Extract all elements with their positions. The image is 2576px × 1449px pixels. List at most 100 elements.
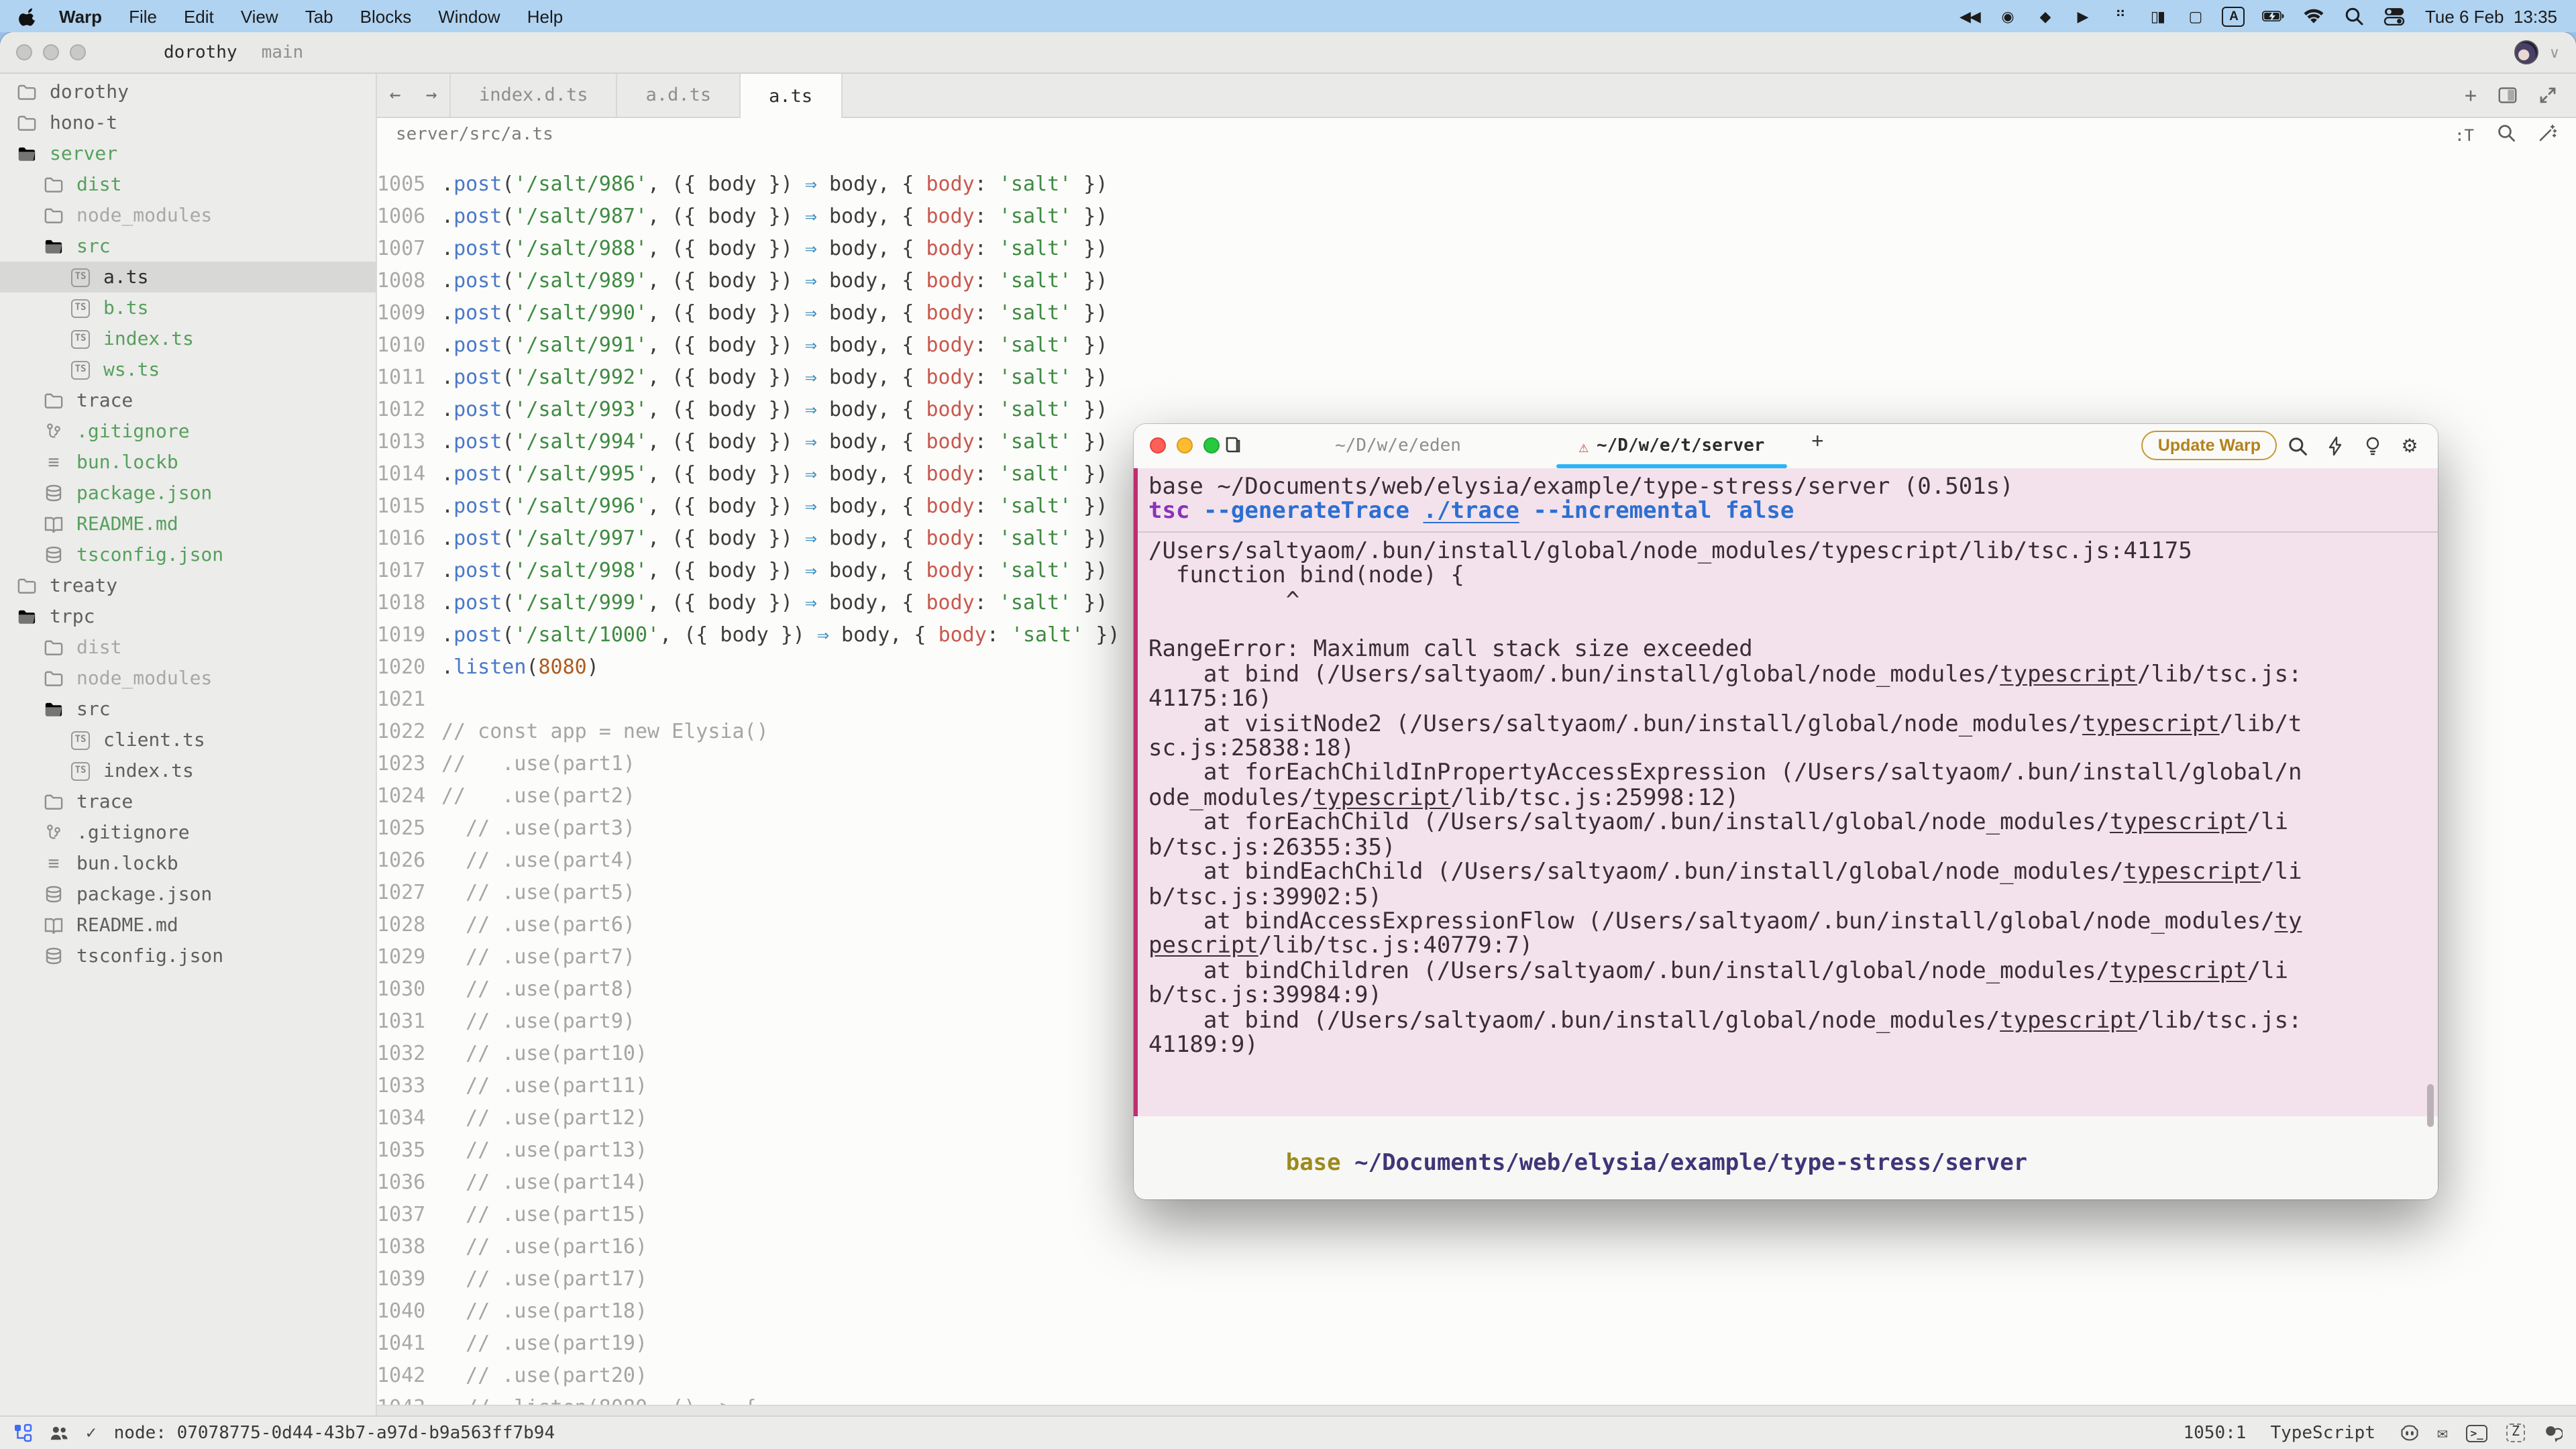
control-center-icon[interactable] (2383, 5, 2406, 27)
terminal-close-button[interactable] (1150, 437, 1166, 453)
apple-menu-icon[interactable] (19, 6, 38, 26)
code-line-1010[interactable]: 1010 .post('/salt/991', ({ body }) ⇒ body… (377, 329, 2576, 361)
sidebar-item-bun-lockb[interactable]: ≡ bun.lockb (0, 447, 376, 478)
sidebar-item-treaty[interactable]: treaty (0, 570, 376, 601)
sidebar-item-package-json[interactable]: package.json (0, 879, 376, 910)
code-line-1042[interactable]: 1042 // .use(part20) (377, 1359, 2576, 1391)
update-warp-button[interactable]: Update Warp (2141, 431, 2277, 460)
sidebar-item-trpc[interactable]: trpc (0, 601, 376, 632)
screen-time-icon[interactable]: ◉ (1997, 5, 2017, 27)
code-line-1037[interactable]: 1037 // .use(part15) (377, 1198, 2576, 1230)
sidebar-item-index-ts[interactable]: TS index.ts (0, 323, 376, 354)
prompt-block[interactable]: base ~/Documents/web/elysia/example/type… (1134, 1116, 2438, 1199)
sidebar-item-b-ts[interactable]: TS b.ts (0, 292, 376, 323)
mail-icon[interactable]: ✉ (2437, 1423, 2448, 1443)
zoom-button[interactable] (70, 44, 86, 60)
z-assistant-icon[interactable]: Z (2506, 1424, 2525, 1442)
language-indicator[interactable]: TypeScript (2270, 1423, 2375, 1443)
tab-a-d-ts[interactable]: a.d.ts (618, 74, 741, 117)
battery-icon[interactable] (2263, 5, 2286, 27)
code-line-1009[interactable]: 1009 .post('/salt/990', ({ body }) ⇒ body… (377, 297, 2576, 329)
code-line-1043[interactable]: 1043 // .listen(8080, () => { (377, 1391, 2576, 1405)
code-line-1039[interactable]: 1039 // .use(part17) (377, 1263, 2576, 1295)
copilot-icon[interactable] (2400, 1424, 2418, 1442)
sidebar-item-hono-t[interactable]: hono-t (0, 107, 376, 138)
editor-title-bar[interactable]: dorothy main ∨ (0, 32, 2576, 74)
breadcrumb[interactable]: server/src/a.ts (396, 125, 553, 145)
shortcuts-icon[interactable]: ◆ (2035, 5, 2055, 27)
stage-manager-icon[interactable]: ▯▮ (2147, 5, 2167, 27)
code-line-1012[interactable]: 1012 .post('/salt/993', ({ body }) ⇒ body… (377, 393, 2576, 425)
close-button[interactable] (16, 44, 32, 60)
search-icon[interactable] (2285, 433, 2309, 458)
minimize-button[interactable] (43, 44, 59, 60)
terminal-scrollbar-thumb[interactable] (2427, 1084, 2434, 1127)
command-line[interactable]: tsc --generateTrace ./trace --incrementa… (1148, 499, 2422, 525)
sidebar-item-client-ts[interactable]: TS client.ts (0, 724, 376, 755)
sidebar-item-tsconfig-json[interactable]: tsconfig.json (0, 941, 376, 971)
sidebar-item-tsconfig-json[interactable]: tsconfig.json (0, 539, 376, 570)
terminal-tab-server[interactable]: ⚠ ~/D/w/e/t/server (1560, 424, 1783, 468)
code-line-1011[interactable]: 1011 .post('/salt/992', ({ body }) ⇒ body… (377, 361, 2576, 393)
terminal-new-tab-button[interactable]: + (1811, 431, 1824, 455)
terminal-tab-eden[interactable]: ~/D/w/e/eden (1311, 424, 1485, 468)
cursor-position[interactable]: 1050:1 (2184, 1423, 2247, 1443)
window-dim-icon[interactable]: ▢ (2185, 5, 2205, 27)
sidebar-item-ws-ts[interactable]: TS ws.ts (0, 354, 376, 385)
menu-tab[interactable]: Tab (292, 6, 347, 26)
code-line-1041[interactable]: 1041 // .use(part19) (377, 1327, 2576, 1359)
tab-index-d-ts[interactable]: index.d.ts (449, 74, 618, 117)
sidebar-item-readme-md[interactable]: README.md (0, 508, 376, 539)
settings-gear-icon[interactable]: ⚙ (2398, 433, 2422, 458)
terminal-header[interactable]: ~/D/w/e/eden ⚠ ~/D/w/e/t/server + Update… (1134, 424, 2438, 470)
sidebar-item-node-modules[interactable]: node_modules (0, 200, 376, 231)
bolt-icon[interactable] (2322, 433, 2347, 458)
code-line-1008[interactable]: 1008 .post('/salt/989', ({ body }) ⇒ body… (377, 264, 2576, 297)
chevron-down-icon[interactable]: ∨ (2549, 44, 2560, 61)
bulb-icon[interactable] (2360, 433, 2384, 458)
expand-icon[interactable] (2538, 86, 2557, 105)
terminal-body[interactable]: base ~/Documents/web/elysia/example/type… (1134, 468, 2438, 1199)
code-line-1007[interactable]: 1007 .post('/salt/988', ({ body }) ⇒ body… (377, 232, 2576, 264)
code-line-1005[interactable]: 1005 .post('/salt/986', ({ body }) ⇒ body… (377, 168, 2576, 200)
spotlight-icon[interactable] (2343, 5, 2366, 27)
sidebar-item-a-ts[interactable]: TS a.ts (0, 262, 376, 292)
menu-bar-clock[interactable]: Tue 6 Feb 13:35 (2425, 6, 2557, 26)
tab-a-ts[interactable]: a.ts (741, 74, 843, 118)
menu-blocks[interactable]: Blocks (347, 6, 425, 26)
terminal-zoom-button[interactable] (1203, 437, 1220, 453)
code-line-1040[interactable]: 1040 // .use(part18) (377, 1295, 2576, 1327)
check-icon[interactable]: ✓ (86, 1423, 97, 1443)
menu-warp[interactable]: Warp (46, 6, 115, 26)
sidebar-item-dorothy[interactable]: dorothy (0, 76, 376, 107)
sidebar-item-trace[interactable]: trace (0, 385, 376, 416)
sidebar-item-src[interactable]: src (0, 694, 376, 724)
sidebar-item-dist[interactable]: dist (0, 169, 376, 200)
search-icon[interactable] (2497, 123, 2516, 146)
wifi-icon[interactable] (2303, 5, 2326, 27)
sidebar-item-bun-lockb[interactable]: ≡ bun.lockb (0, 848, 376, 879)
sidebar-item-readme-md[interactable]: README.md (0, 910, 376, 941)
rewind-icon[interactable]: ◀◀ (1960, 5, 1981, 27)
sidebar-item-trace[interactable]: trace (0, 786, 376, 817)
user-avatar[interactable] (2514, 40, 2538, 64)
magic-wand-icon[interactable] (2538, 123, 2557, 146)
nav-back-button[interactable]: ← (377, 74, 413, 117)
project-tree-icon[interactable] (13, 1424, 32, 1442)
collaborators-icon[interactable] (50, 1424, 68, 1442)
new-tab-icon[interactable]: + (2465, 83, 2477, 107)
menu-view[interactable]: View (227, 6, 292, 26)
text-transform-icon[interactable]: :T (2455, 125, 2474, 144)
input-source-icon[interactable]: A (2222, 6, 2245, 26)
sidebar-item--gitignore[interactable]: .gitignore (0, 416, 376, 447)
sidebar-item-dist[interactable]: dist (0, 632, 376, 663)
sidebar-item-package-json[interactable]: package.json (0, 478, 376, 508)
code-line-1006[interactable]: 1006 .post('/salt/987', ({ body }) ⇒ body… (377, 200, 2576, 232)
split-pane-icon[interactable] (2498, 86, 2517, 105)
sidebar-item-server[interactable]: server (0, 138, 376, 169)
code-line-1038[interactable]: 1038 // .use(part16) (377, 1230, 2576, 1263)
nav-forward-button[interactable]: → (413, 74, 449, 117)
menu-help[interactable]: Help (514, 6, 577, 26)
terminal-minimize-button[interactable] (1177, 437, 1193, 453)
sidebar-item--gitignore[interactable]: .gitignore (0, 817, 376, 848)
